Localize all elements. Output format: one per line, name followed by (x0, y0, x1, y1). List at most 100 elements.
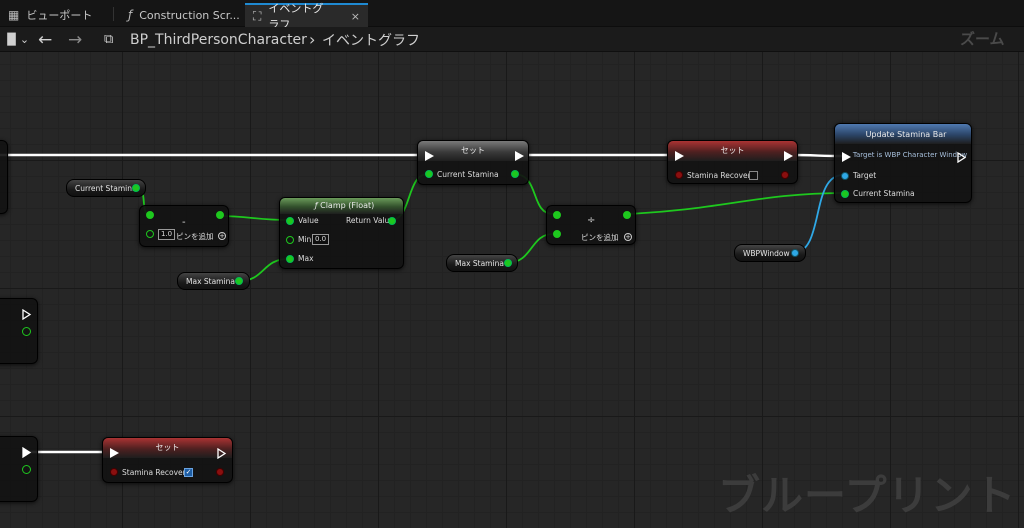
input-pin-b[interactable] (553, 230, 561, 238)
exec-out-pin[interactable] (784, 151, 793, 161)
target-pin[interactable] (841, 172, 849, 180)
forward-arrow-icon[interactable]: → (68, 27, 82, 52)
graph-toolbar: ▐▌⌄ ← → ⧉ BP_ThirdPersonCharacter › イベント… (0, 27, 1024, 52)
breadcrumb-root[interactable]: BP_ThirdPersonCharacter (130, 27, 307, 52)
target-label: Target (853, 171, 877, 180)
add-pin-label[interactable]: ピンを追加 (176, 231, 214, 242)
input-pin[interactable] (675, 171, 683, 179)
divide-symbol: ÷ (587, 215, 596, 226)
set-stamina-recovery-node[interactable]: セット Stamina Recovery (667, 140, 798, 184)
output-pin[interactable] (623, 211, 631, 219)
set-pin-label: Stamina Recovery (687, 171, 756, 180)
set-pin-label: Stamina Recovery (122, 468, 191, 477)
var-wbp-window[interactable]: WBPWindow (734, 244, 806, 262)
update-title: Update Stamina Bar (865, 130, 947, 139)
var-current-stamina-label: Current Stamina (75, 183, 137, 193)
clamp-node[interactable]: ƒ Clamp (Float) Value Return Value Min 0… (279, 197, 404, 269)
event-graph-icon: ⛶ (253, 8, 262, 23)
input-pin-a[interactable] (146, 211, 154, 219)
blueprint-editor: ▦ ビューポート ƒ Construction Scr... ⛶ イベントグラフ… (0, 0, 1024, 528)
output-pin[interactable] (216, 211, 224, 219)
output-pin[interactable] (511, 170, 519, 178)
output-pin[interactable] (504, 259, 512, 267)
back-arrow-icon[interactable]: ← (38, 27, 52, 52)
set-pin-label: Current Stamina (437, 170, 499, 179)
function-icon: ƒ (314, 201, 318, 210)
current-stamina-label: Current Stamina (853, 189, 915, 198)
graph-icon: ⧉ (104, 32, 114, 47)
min-label: Min (298, 235, 312, 244)
partial-node[interactable] (0, 298, 38, 364)
update-subtitle: Target is WBP Character Window (852, 151, 968, 159)
clamp-header: ƒ Clamp (Float) (280, 198, 403, 214)
set-header: セット (418, 141, 528, 161)
exec-out-pin[interactable] (515, 151, 524, 161)
exec-in-pin[interactable] (675, 151, 684, 161)
value-pin[interactable] (286, 217, 294, 225)
var-max-stamina[interactable]: Max Stamina (446, 254, 518, 272)
input-pin-b[interactable] (146, 230, 154, 238)
tab-construction-script[interactable]: ƒ Construction Scr... (120, 3, 248, 27)
exec-in-pin[interactable] (425, 151, 434, 161)
breadcrumb-leaf[interactable]: イベントグラフ (322, 27, 420, 52)
min-value[interactable]: 0.0 (312, 234, 330, 245)
set-stamina-recovery-node[interactable]: セット Stamina Recovery ✓ (102, 437, 233, 483)
exec-out-pin[interactable] (217, 447, 227, 460)
input-pin[interactable] (425, 170, 433, 178)
update-stamina-bar-node[interactable]: Update Stamina Bar Target is WBP Charact… (834, 123, 972, 203)
exec-in-pin[interactable] (842, 152, 851, 162)
var-max-stamina-label: Max Stamina (455, 258, 504, 268)
stamina-recovery-checkbox[interactable]: ✓ (184, 468, 193, 477)
input-pin-a[interactable] (553, 211, 561, 219)
tab-bar: ▦ ビューポート ƒ Construction Scr... ⛶ イベントグラフ… (0, 0, 1024, 31)
current-stamina-pin[interactable] (841, 190, 849, 198)
output-pin[interactable] (22, 327, 31, 336)
plus-icon[interactable]: + (624, 233, 632, 241)
tab-viewport-label: ビューポート (26, 9, 93, 22)
subtract-symbol: - (182, 217, 186, 228)
set-header: セット (103, 438, 232, 458)
tab-viewport[interactable]: ▦ ビューポート (0, 3, 100, 27)
output-pin[interactable] (132, 184, 140, 192)
subtract-b-value[interactable]: 1.0 (158, 229, 176, 240)
output-pin[interactable] (216, 468, 224, 476)
tab-event-graph[interactable]: ⛶ イベントグラフ × (245, 2, 368, 31)
var-max-stamina-label: Max Stamina (186, 276, 235, 286)
breadcrumb-separator: › (309, 30, 316, 49)
tab-divider (113, 7, 114, 21)
set-current-stamina-node[interactable]: セット Current Stamina (417, 140, 529, 185)
blueprint-watermark: ブループリント (718, 471, 1017, 520)
clamp-title: Clamp (Float) (320, 201, 375, 210)
output-pin[interactable] (22, 465, 31, 474)
var-wbp-window-label: WBPWindow (743, 248, 790, 258)
stamina-recovery-checkbox[interactable] (749, 171, 758, 180)
close-icon[interactable]: × (351, 10, 360, 23)
return-value-pin[interactable] (388, 217, 396, 225)
update-header: Update Stamina Bar Target is WBP Charact… (835, 124, 971, 159)
add-pin-label[interactable]: ピンを追加 (581, 232, 619, 243)
max-pin[interactable] (286, 255, 294, 263)
subtract-node[interactable]: - 1.0 ピンを追加 + (139, 205, 229, 247)
output-pin[interactable] (235, 277, 243, 285)
bookmark-icon[interactable]: ▐▌⌄ (3, 27, 29, 52)
grid-icon: ▦ (8, 8, 20, 22)
return-value-label: Return Value (346, 216, 394, 225)
exec-in-pin[interactable] (110, 448, 119, 458)
var-max-stamina[interactable]: Max Stamina (177, 272, 250, 290)
divide-node[interactable]: ÷ ピンを追加 + (546, 205, 636, 245)
min-pin[interactable] (286, 236, 294, 244)
input-pin[interactable] (110, 468, 118, 476)
exec-out-pin[interactable] (22, 308, 32, 321)
plus-icon[interactable]: + (218, 232, 226, 240)
function-icon: ƒ (128, 8, 133, 22)
partial-node[interactable] (0, 140, 8, 214)
exec-out-pin[interactable] (957, 151, 967, 164)
partial-node[interactable] (0, 436, 38, 502)
output-pin[interactable] (791, 249, 799, 257)
var-current-stamina[interactable]: Current Stamina (66, 179, 146, 197)
tab-construction-script-label: Construction Scr... (139, 8, 240, 22)
output-pin[interactable] (781, 171, 789, 179)
set-header: セット (668, 141, 797, 161)
exec-out-pin[interactable] (22, 446, 32, 459)
value-label: Value (298, 216, 319, 225)
